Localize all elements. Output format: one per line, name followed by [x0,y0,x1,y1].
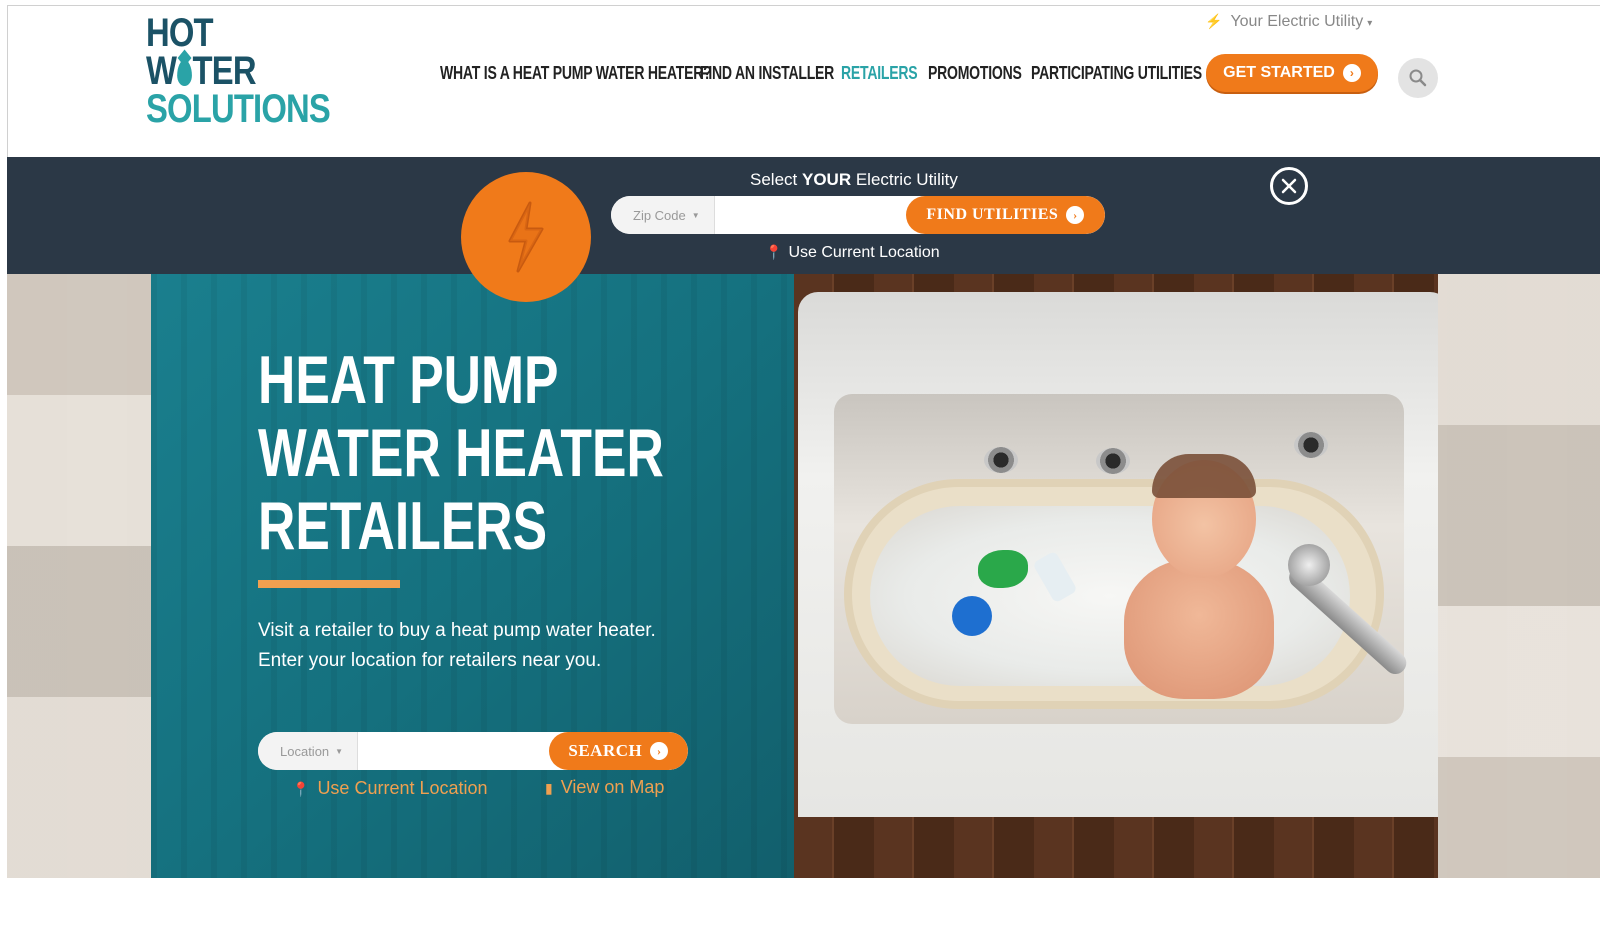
hero-use-current-location[interactable]: 📍 Use Current Location [292,778,488,799]
location-select-label: Location [280,743,330,759]
photo-jet [984,447,1018,473]
utility-use-current-location[interactable]: 📍 Use Current Location [765,244,940,262]
arrow-right-icon: › [1342,64,1361,82]
nav-participating-utilities[interactable]: PARTICIPATING UTILITIES [1031,62,1202,84]
nav-retailers[interactable]: RETAILERS [841,62,918,84]
photo-jet [1096,448,1130,474]
photo-jet [1294,432,1328,458]
page-footer-strip [7,878,1600,925]
bolt-badge [461,172,591,302]
arrow-right-icon: › [650,742,669,760]
hero-photo-baby-in-tub [794,274,1438,878]
utility-search-form: Zip Code ▼ FIND UTILITIES › [611,196,1105,234]
utility-selector-label: Select YOUR Electric Utility [750,170,958,190]
electric-utility-dropdown[interactable]: ⚡ Your Electric Utility ▾ [1205,13,1372,31]
view-on-map-link[interactable]: ▮ View on Map [545,777,664,798]
photo-faucet-head [1288,544,1330,586]
search-button[interactable] [1398,58,1438,98]
title-divider [258,580,400,588]
get-started-button[interactable]: GET STARTED › [1206,54,1378,92]
page-title: HEAT PUMP WATER HEATER RETAILERS [258,344,664,563]
label-bold: YOUR [801,170,852,189]
zip-code-select[interactable]: Zip Code ▼ [611,196,715,234]
retailer-search-form: Location ▼ SEARCH › [258,732,688,770]
nav-find-installer[interactable]: FIND AN INSTALLER [700,62,834,84]
nav-what-is-heat-pump[interactable]: WHAT IS A HEAT PUMP WATER HEATER? [440,62,712,84]
photo-green-toy [978,550,1028,588]
search-icon [1409,69,1427,87]
search-button-label: SEARCH [568,741,643,760]
logo-line-solutions: SOLUTIONS [146,87,331,131]
close-icon [1281,178,1297,194]
find-utilities-label: FIND UTILITIES [926,206,1059,223]
retailer-search-button[interactable]: SEARCH › [548,732,688,770]
location-pin-icon: 📍 [765,244,783,260]
title-line-3: RETAILERS [258,488,548,564]
utility-link-label: Your Electric Utility [1230,13,1364,30]
caret-down-icon: ▼ [335,746,344,756]
site-logo[interactable]: HOT W TER SOLUTIONS [146,11,331,131]
photo-blue-toy [952,596,992,636]
photo-bubbly-water [870,506,1350,686]
hero-use-location-label: Use Current Location [317,778,488,798]
title-line-1: HEAT PUMP [258,342,559,418]
label-pre: Select [750,170,802,189]
get-started-label: GET STARTED [1223,64,1335,81]
close-utility-bar-button[interactable] [1270,167,1308,205]
hero-description: Visit a retailer to buy a heat pump wate… [258,620,656,671]
caret-down-icon: ▾ [1367,18,1373,29]
caret-down-icon: ▼ [691,210,700,220]
map-icon: ▮ [545,780,553,796]
view-on-map-label: View on Map [560,777,665,797]
logo-line-water: W TER [146,51,330,91]
zip-code-select-label: Zip Code [633,207,686,223]
arrow-right-icon: › [1066,206,1085,224]
location-input[interactable] [357,732,549,770]
photo-baby-hair [1152,454,1256,498]
water-drop-icon [176,60,192,86]
label-post: Electric Utility [851,170,958,189]
utility-use-location-label: Use Current Location [788,244,940,261]
photo-baby-body [1124,559,1274,699]
zip-code-input[interactable] [714,196,906,234]
background-photo-left [7,274,151,878]
main-nav: WHAT IS A HEAT PUMP WATER HEATER? FIND A… [440,62,1221,84]
nav-promotions[interactable]: PROMOTIONS [928,62,1022,84]
location-type-select[interactable]: Location ▼ [258,732,358,770]
background-photo-right [1438,274,1600,878]
find-utilities-button[interactable]: FIND UTILITIES › [905,196,1105,234]
logo-line-hot: HOT [146,11,214,55]
location-pin-icon: 📍 [292,781,310,797]
lightning-bolt-icon [508,201,544,273]
bolt-icon: ⚡ [1205,13,1223,29]
title-line-2: WATER HEATER [258,415,664,491]
